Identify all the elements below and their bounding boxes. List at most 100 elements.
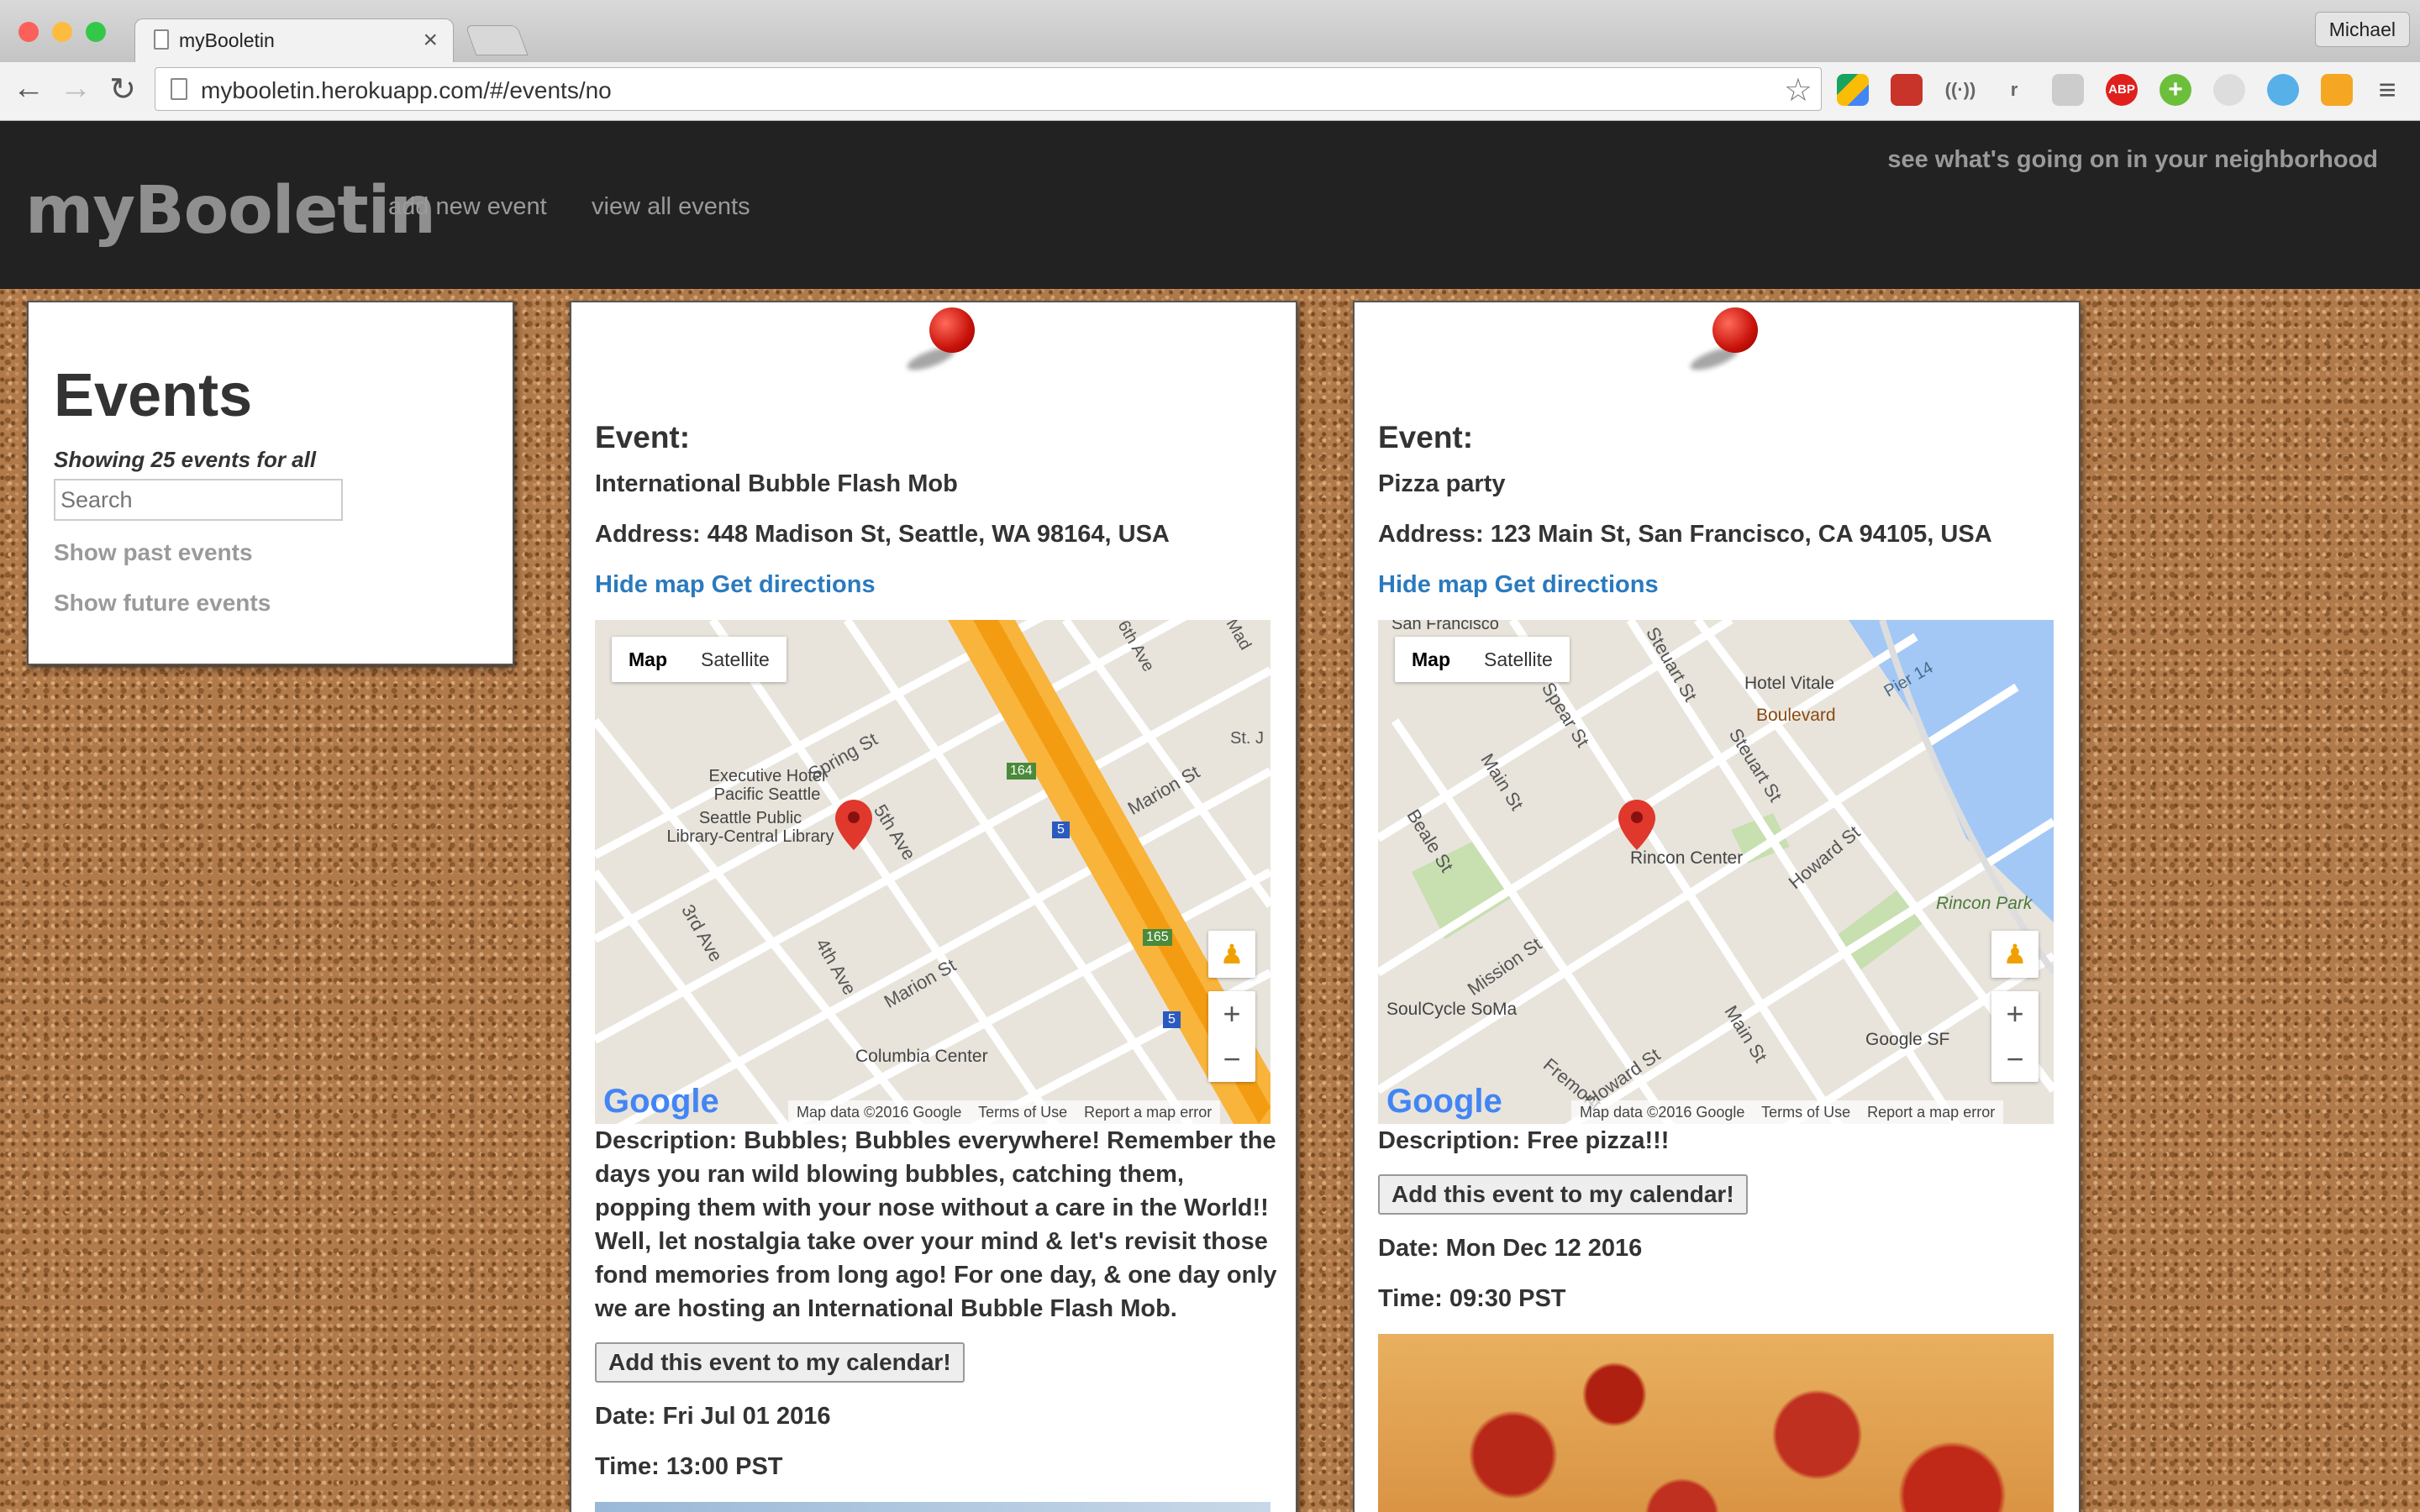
interstate-shield: 5 <box>1163 1011 1181 1028</box>
browser-toolbar: ← → ↻ mybooletin.herokuapp.com/#/events/… <box>0 62 2420 121</box>
forward-icon[interactable]: → <box>55 71 96 107</box>
report-map-error-link[interactable]: Report a map error <box>1867 1104 1995 1121</box>
street-view-icon[interactable]: ♟ <box>1991 931 2039 978</box>
circle-icon[interactable] <box>2213 74 2245 106</box>
map-poi-google-sf: Google SF <box>1865 1030 1950 1049</box>
menu-icon[interactable]: ≡ <box>2371 74 2403 106</box>
browser-tab[interactable]: myBooletin × <box>134 18 454 62</box>
map-footer: Map data ©2016 Google Terms of Use Repor… <box>788 1100 1221 1124</box>
map-streets <box>1378 620 2054 1124</box>
event-description: Description: Free pizza!!! <box>1378 1127 1670 1154</box>
event-time: Time: 09:30 PST <box>1378 1285 1566 1312</box>
event-map[interactable]: Executive Hotel Pacific Seattle Seattle P… <box>595 620 1270 1124</box>
tab-close-icon[interactable]: × <box>423 26 438 55</box>
page-icon <box>171 78 187 100</box>
map-type-map-button[interactable]: Map <box>612 637 684 682</box>
hide-map-link[interactable]: Hide map <box>1378 571 1488 598</box>
address-bar[interactable]: mybooletin.herokuapp.com/#/events/no ☆ <box>155 67 1822 111</box>
map-poi-library: Seattle Public Library-Central Library <box>666 809 834 846</box>
adblock-plus-icon[interactable]: ABP <box>2106 74 2138 106</box>
event-date: Date: Fri Jul 01 2016 <box>595 1403 831 1430</box>
tagline: see what's going on in your neighborhood <box>1887 146 2378 173</box>
site-header: myBooletin add new event view all events… <box>0 121 2420 289</box>
zoom-in-button[interactable]: + <box>1991 991 2039 1037</box>
add-to-calendar-button[interactable]: Add this event to my calendar! <box>1378 1174 1748 1215</box>
back-icon[interactable]: ← <box>8 71 49 107</box>
event-address: Address: 448 Madison St, Seattle, WA 981… <box>595 521 1170 548</box>
close-window-icon[interactable] <box>18 22 39 42</box>
google-drive-icon[interactable] <box>1837 74 1869 106</box>
keeper-icon[interactable] <box>2321 74 2353 106</box>
map-street-label: St. J <box>1230 729 1265 748</box>
pizza-image <box>1378 1334 2054 1512</box>
location-marker-icon[interactable] <box>835 800 872 850</box>
zoom-control: + − <box>1991 991 2039 1082</box>
terms-of-use-link[interactable]: Terms of Use <box>1761 1104 1850 1121</box>
pushpin-icon <box>1712 307 1758 353</box>
map-type-control: Map Satellite <box>1395 637 1570 682</box>
add-icon[interactable]: + <box>2160 74 2191 106</box>
minimize-window-icon[interactable] <box>52 22 72 42</box>
location-marker-icon[interactable] <box>1618 800 1655 850</box>
terms-of-use-link[interactable]: Terms of Use <box>978 1104 1067 1121</box>
event-map[interactable]: San Francisco Steuart St Hotel Vitale Pi… <box>1378 620 2054 1124</box>
feedly-icon[interactable] <box>2267 74 2299 106</box>
search-input[interactable] <box>54 479 343 521</box>
highway-shield: 164 <box>1007 763 1036 780</box>
map-poi-columbia: Columbia Center <box>855 1047 988 1066</box>
map-type-control: Map Satellite <box>612 637 786 682</box>
event-name: International Bubble Flash Mob <box>595 470 958 497</box>
event-card: Event: International Bubble Flash Mob Ad… <box>570 301 1297 1512</box>
event-card: Event: Pizza party Address: 123 Main St,… <box>1353 301 2081 1512</box>
maximize-window-icon[interactable] <box>86 22 106 42</box>
map-type-satellite-button[interactable]: Satellite <box>684 637 786 682</box>
tab-title: myBooletin <box>179 29 275 51</box>
event-label: Event: <box>595 420 691 454</box>
new-tab-button[interactable] <box>465 25 529 55</box>
nav-add-new-event[interactable]: add new event <box>388 193 547 221</box>
event-date: Date: Mon Dec 12 2016 <box>1378 1235 1643 1262</box>
zoom-out-button[interactable]: − <box>1991 1037 2039 1082</box>
map-data-credit: Map data ©2016 Google <box>1580 1104 1745 1121</box>
map-poi-hotel-vitale: Hotel Vitale <box>1744 674 1835 693</box>
events-count: Showing 25 events for all <box>54 447 317 472</box>
map-poi-boulevard: Boulevard <box>1756 706 1836 725</box>
event-label: Event: <box>1378 420 1474 454</box>
map-poi-soulcycle: SoulCycle SoMa <box>1386 1000 1518 1019</box>
google-logo: Google <box>1386 1083 1502 1120</box>
browser-titlebar: myBooletin × Michael <box>0 0 2420 62</box>
brand-logo[interactable]: myBooletin <box>25 173 436 249</box>
bookmark-star-icon[interactable]: ☆ <box>1784 71 1812 109</box>
get-directions-link[interactable]: Get directions <box>1495 571 1659 598</box>
wifi-icon[interactable]: ((·)) <box>1944 74 1976 106</box>
map-type-satellite-button[interactable]: Satellite <box>1467 637 1570 682</box>
hide-map-link[interactable]: Hide map <box>595 571 705 598</box>
profile-button[interactable]: Michael <box>2314 12 2410 47</box>
reload-icon[interactable]: ↻ <box>103 71 143 108</box>
add-to-calendar-button[interactable]: Add this event to my calendar! <box>595 1342 965 1383</box>
events-sidebar: Events Showing 25 events for all Show pa… <box>27 301 514 665</box>
nav-view-all-events[interactable]: view all events <box>592 193 750 221</box>
event-name: Pizza party <box>1378 470 1506 497</box>
event-image <box>595 1502 1270 1512</box>
cloud-icon[interactable] <box>2052 74 2084 106</box>
zoom-out-button[interactable]: − <box>1208 1037 1255 1082</box>
map-footer: Map data ©2016 Google Terms of Use Repor… <box>1571 1100 2004 1124</box>
zoom-in-button[interactable]: + <box>1208 991 1255 1037</box>
r-icon[interactable]: r <box>1998 74 2030 106</box>
map-poi-rincon-center: Rincon Center <box>1630 848 1744 868</box>
street-view-icon[interactable]: ♟ <box>1208 931 1255 978</box>
bookmark-icon[interactable] <box>1891 74 1923 106</box>
show-past-events-link[interactable]: Show past events <box>54 539 253 566</box>
page-icon <box>154 29 169 50</box>
show-future-events-link[interactable]: Show future events <box>54 590 271 617</box>
map-city-label: San Francisco <box>1392 620 1499 633</box>
highway-shield: 165 <box>1143 929 1172 946</box>
report-map-error-link[interactable]: Report a map error <box>1084 1104 1212 1121</box>
google-logo: Google <box>603 1083 719 1120</box>
map-type-map-button[interactable]: Map <box>1395 637 1467 682</box>
get-directions-link[interactable]: Get directions <box>712 571 876 598</box>
url-text[interactable]: mybooletin.herokuapp.com/#/events/no <box>201 77 612 104</box>
page-title: Events <box>54 362 253 429</box>
pushpin-icon <box>929 307 975 353</box>
